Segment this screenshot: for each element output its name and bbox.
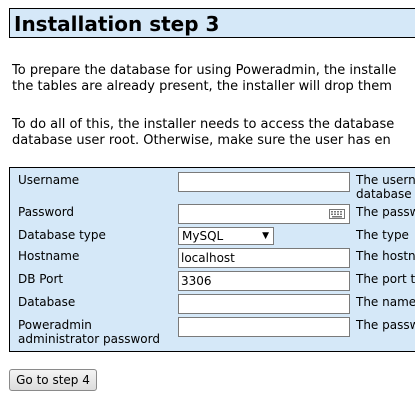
password-description: The passw	[356, 205, 415, 219]
admin-password-label-line-1: Poweradmin	[18, 318, 92, 332]
admin-password-field[interactable]	[178, 317, 350, 337]
database-name-description: The name	[356, 295, 415, 309]
database-type-select[interactable]: MySQL ▼	[178, 227, 274, 245]
go-to-step-4-button[interactable]: Go to step 4	[9, 369, 97, 391]
db-port-label: DB Port	[18, 272, 64, 286]
database-name-label: Database	[18, 295, 76, 309]
database-settings-form: Username The usern database Password The…	[9, 167, 415, 352]
hostname-field[interactable]	[178, 248, 350, 268]
username-label: Username	[18, 173, 80, 187]
database-name-field[interactable]	[178, 294, 350, 314]
database-type-value: MySQL	[182, 229, 224, 243]
chevron-down-icon: ▼	[262, 231, 269, 241]
step-header: Installation step 3	[9, 8, 415, 38]
intro-text-line-1: To prepare the database for using Powera…	[12, 63, 397, 78]
access-text-line-1: To do all of this, the installer needs t…	[12, 117, 395, 132]
db-port-description: The port t	[356, 272, 415, 286]
keyboard-icon[interactable]	[329, 209, 345, 219]
username-field[interactable]	[178, 172, 350, 192]
admin-password-description: The passw	[356, 318, 415, 332]
username-description-line-1: The usern	[356, 173, 415, 187]
database-type-description: The type	[356, 228, 409, 242]
intro-text-line-2: the tables are already present, the inst…	[12, 79, 392, 94]
access-text-line-2: database user root. Otherwise, make sure…	[12, 133, 391, 148]
hostname-label: Hostname	[18, 249, 80, 263]
admin-password-label-line-2: administrator password	[18, 332, 160, 346]
database-type-label: Database type	[18, 228, 106, 242]
username-description-line-2: database	[356, 187, 412, 201]
password-label: Password	[18, 205, 75, 219]
password-field[interactable]	[178, 204, 350, 224]
db-port-field[interactable]	[178, 271, 350, 291]
hostname-description: The hostn	[356, 249, 415, 263]
page-title: Installation step 3	[14, 12, 220, 36]
